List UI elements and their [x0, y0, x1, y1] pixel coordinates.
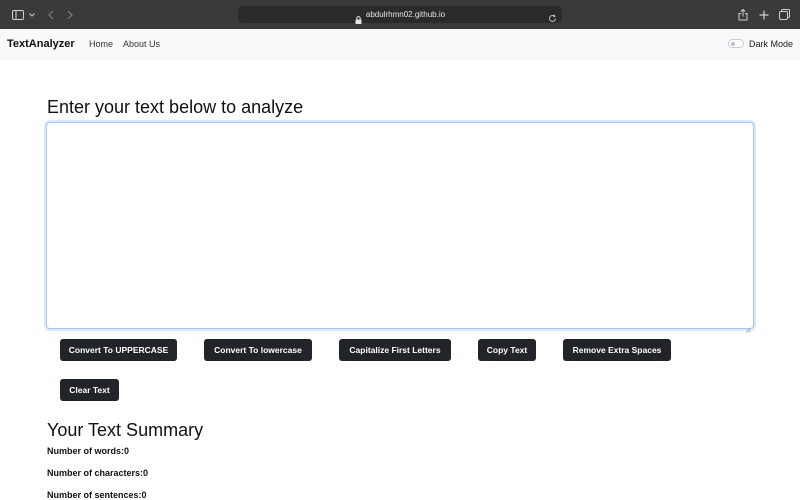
reload-icon[interactable] [548, 10, 557, 22]
share-icon[interactable] [737, 7, 748, 22]
sidebar-icon[interactable] [11, 7, 24, 22]
text-input[interactable] [46, 122, 754, 329]
nav-link-about-us[interactable]: About Us [123, 39, 160, 49]
remove-spaces-button[interactable]: Remove Extra Spaces [563, 339, 671, 361]
character-count: Number of characters:0 [47, 468, 149, 478]
brand-logo[interactable]: TextAnalyzer [7, 38, 75, 50]
toggle-knob [731, 42, 735, 46]
summary-title: Your Text Summary [47, 420, 204, 440]
navbar: TextAnalyzer Home About Us Dark Mode [0, 29, 800, 60]
clear-text-button[interactable]: Clear Text [60, 379, 119, 401]
dark-mode-label: Dark Mode [749, 39, 794, 49]
page-title: Enter your text below to analyze [47, 97, 304, 117]
uppercase-button[interactable]: Convert To UPPERCASE [60, 339, 177, 361]
capitalize-button[interactable]: Capitalize First Letters [339, 339, 451, 361]
lock-icon [355, 11, 362, 24]
browser-toolbar: abdulrhmn02.github.io [0, 0, 800, 29]
chevron-down-icon[interactable] [28, 7, 36, 22]
nav-link-home[interactable]: Home [89, 39, 113, 49]
new-tab-icon[interactable] [758, 7, 769, 22]
tabs-icon[interactable] [779, 7, 790, 22]
lowercase-button[interactable]: Convert To lowercase [204, 339, 312, 361]
forward-icon[interactable] [65, 7, 75, 22]
url-text: abdulrhmn02.github.io [365, 10, 446, 19]
copy-text-button[interactable]: Copy Text [478, 339, 536, 361]
sentence-count: Number of sentences:0 [47, 490, 147, 500]
resize-grip-icon[interactable] [745, 320, 751, 333]
address-bar[interactable]: abdulrhmn02.github.io [238, 6, 562, 24]
back-icon[interactable] [46, 7, 56, 22]
word-count: Number of words:0 [47, 446, 130, 456]
dark-mode-toggle[interactable] [728, 39, 744, 48]
